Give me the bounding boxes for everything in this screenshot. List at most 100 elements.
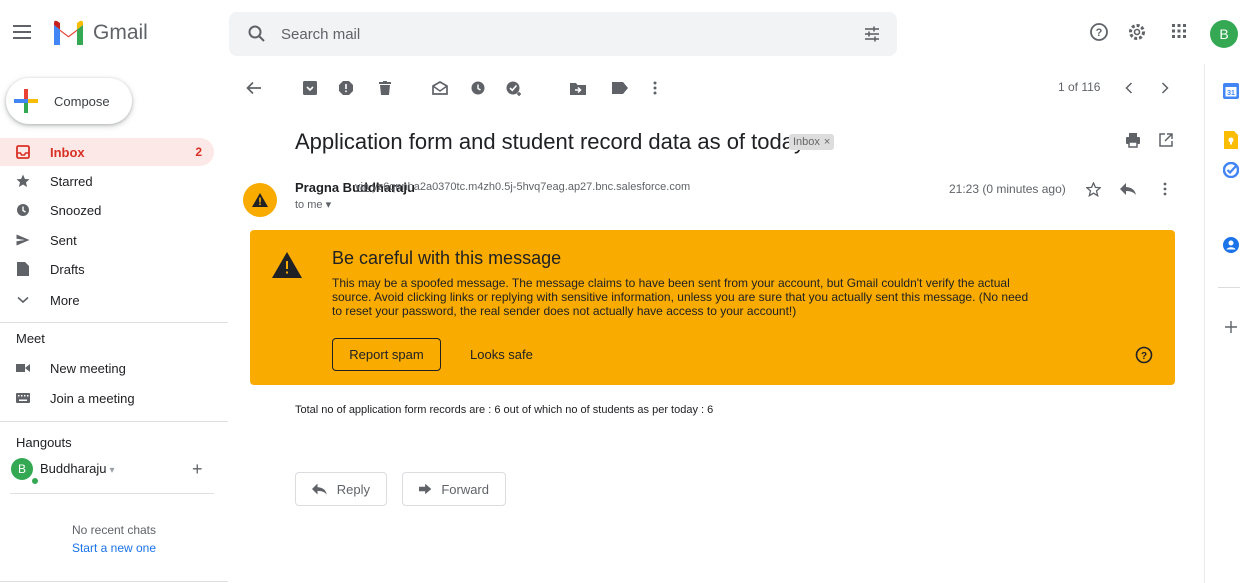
- reply-label: Reply: [336, 481, 370, 497]
- send-icon: [16, 233, 30, 247]
- hangouts-user-name: Buddharaju: [40, 461, 107, 476]
- keyboard-icon: [16, 391, 30, 405]
- recipient-text: to me: [295, 199, 323, 211]
- via-domain: yz6qnnha2a0370tc.m4zh0.5j-5hvq7eag.ap27.…: [372, 181, 691, 193]
- remove-label-icon[interactable]: ×: [824, 136, 830, 148]
- gmail-m-icon: [54, 20, 83, 45]
- sidebar-divider: [10, 493, 214, 494]
- more-options-icon[interactable]: [1156, 180, 1174, 198]
- forward-icon: [419, 483, 432, 495]
- apps-icon[interactable]: [1170, 22, 1188, 40]
- svg-text:?: ?: [1141, 351, 1147, 362]
- sidebar-item-sent[interactable]: Sent: [0, 226, 214, 254]
- message-time: 21:23 (0 minutes ago): [949, 182, 1066, 196]
- sidebar-item-label: Sent: [50, 233, 77, 248]
- hangouts-user[interactable]: Buddharaju ▾: [40, 461, 115, 476]
- hangouts-title: Hangouts: [16, 435, 72, 450]
- snooze-icon[interactable]: [469, 79, 487, 97]
- no-chats-text: No recent chats: [71, 523, 157, 537]
- warning-body: This may be a spoofed message. The messa…: [332, 276, 1029, 318]
- settings-icon[interactable]: [1127, 22, 1147, 42]
- looks-safe-button[interactable]: Looks safe: [460, 338, 543, 371]
- draft-icon: [16, 262, 30, 276]
- forward-button[interactable]: Forward: [402, 472, 506, 506]
- warning-title: Be careful with this message: [332, 248, 562, 268]
- help-icon[interactable]: ?: [1089, 22, 1109, 42]
- reply-button[interactable]: Reply: [295, 472, 387, 506]
- inbox-label-chip[interactable]: Inbox ×: [789, 134, 835, 150]
- tune-icon[interactable]: [862, 24, 882, 44]
- sidebar-item-starred[interactable]: Starred: [0, 167, 214, 195]
- open-new-window-icon[interactable]: [1157, 131, 1175, 149]
- sidebar-item-inbox[interactable]: Inbox 2: [0, 138, 214, 166]
- search-bar: [229, 12, 897, 56]
- sidebar-item-label: Starred: [50, 174, 93, 189]
- svg-text:31: 31: [1227, 90, 1235, 97]
- side-panel-separator: [1218, 287, 1240, 288]
- new-meeting-item[interactable]: New meeting: [0, 354, 214, 382]
- older-chevron-icon[interactable]: [1156, 79, 1174, 97]
- sidebar-divider: [0, 322, 228, 323]
- spoof-warning-banner: Be careful with this message This may be…: [250, 230, 1175, 385]
- gmail-logo[interactable]: Gmail: [52, 20, 148, 45]
- help-icon[interactable]: ?: [1135, 346, 1153, 364]
- archive-icon[interactable]: [301, 79, 319, 97]
- top-bar: Gmail ? B: [0, 0, 1250, 64]
- account-avatar[interactable]: B: [1210, 20, 1238, 48]
- sidebar-item-more[interactable]: More: [0, 286, 214, 314]
- compose-button[interactable]: Compose: [6, 78, 132, 124]
- report-spam-icon[interactable]: [337, 79, 355, 97]
- chevron-down-icon: [16, 293, 30, 307]
- calendar-icon[interactable]: 31: [1222, 82, 1240, 100]
- hangouts-avatar[interactable]: B: [11, 458, 33, 480]
- sidebar-item-label: Inbox: [50, 145, 85, 160]
- back-arrow-icon[interactable]: [245, 79, 263, 97]
- compose-plus-icon: [14, 89, 38, 113]
- sidebar-item-label: Drafts: [50, 262, 85, 277]
- star-outline-icon[interactable]: [1084, 180, 1102, 198]
- side-panel-divider: [1204, 64, 1205, 583]
- menu-icon[interactable]: [10, 20, 34, 44]
- sidebar-item-drafts[interactable]: Drafts: [0, 255, 214, 283]
- sidebar-divider: [0, 421, 228, 422]
- tasks-icon[interactable]: [1222, 161, 1240, 179]
- recipient-details[interactable]: to me ▾: [295, 198, 331, 211]
- add-contact-icon[interactable]: +: [192, 460, 203, 478]
- label-icon[interactable]: [611, 79, 629, 97]
- forward-label: Forward: [441, 481, 489, 497]
- contacts-icon[interactable]: [1222, 236, 1240, 254]
- unread-count: 2: [195, 145, 202, 159]
- more-icon[interactable]: [646, 79, 664, 97]
- start-new-chat-link[interactable]: Start a new one: [0, 541, 228, 555]
- delete-icon[interactable]: [376, 79, 394, 97]
- get-addons-icon[interactable]: [1222, 318, 1240, 336]
- online-status-dot: [31, 477, 39, 485]
- sidebar-divider: [0, 581, 228, 582]
- mark-unread-icon[interactable]: [431, 79, 449, 97]
- newer-chevron-icon[interactable]: [1120, 79, 1138, 97]
- video-camera-icon: [16, 361, 30, 375]
- pager-text: 1 of 116: [1058, 80, 1101, 94]
- search-icon[interactable]: [247, 24, 267, 44]
- sidebar-item-label: More: [50, 293, 80, 308]
- warning-icon: [272, 252, 302, 278]
- via-link[interactable]: via: [355, 181, 369, 193]
- sidebar-item-snoozed[interactable]: Snoozed: [0, 196, 214, 224]
- add-task-icon[interactable]: [505, 79, 523, 97]
- join-meeting-item[interactable]: Join a meeting: [0, 384, 214, 412]
- label-chip-text: Inbox: [793, 136, 820, 148]
- clock-icon: [16, 203, 30, 217]
- move-to-icon[interactable]: [569, 79, 587, 97]
- sender-via: via yz6qnnha2a0370tc.m4zh0.5j-5hvq7eag.a…: [355, 181, 690, 193]
- report-spam-button[interactable]: Report spam: [332, 338, 441, 371]
- reply-icon[interactable]: [1119, 180, 1137, 198]
- email-body: Total no of application form records are…: [295, 404, 714, 416]
- print-icon[interactable]: [1124, 131, 1142, 149]
- star-icon: [16, 174, 30, 188]
- keep-icon[interactable]: [1222, 131, 1240, 149]
- new-meeting-label: New meeting: [50, 361, 126, 376]
- svg-text:?: ?: [1096, 27, 1103, 39]
- sender-warning-avatar: [243, 183, 277, 217]
- search-input[interactable]: [281, 12, 841, 56]
- meet-title: Meet: [16, 331, 45, 346]
